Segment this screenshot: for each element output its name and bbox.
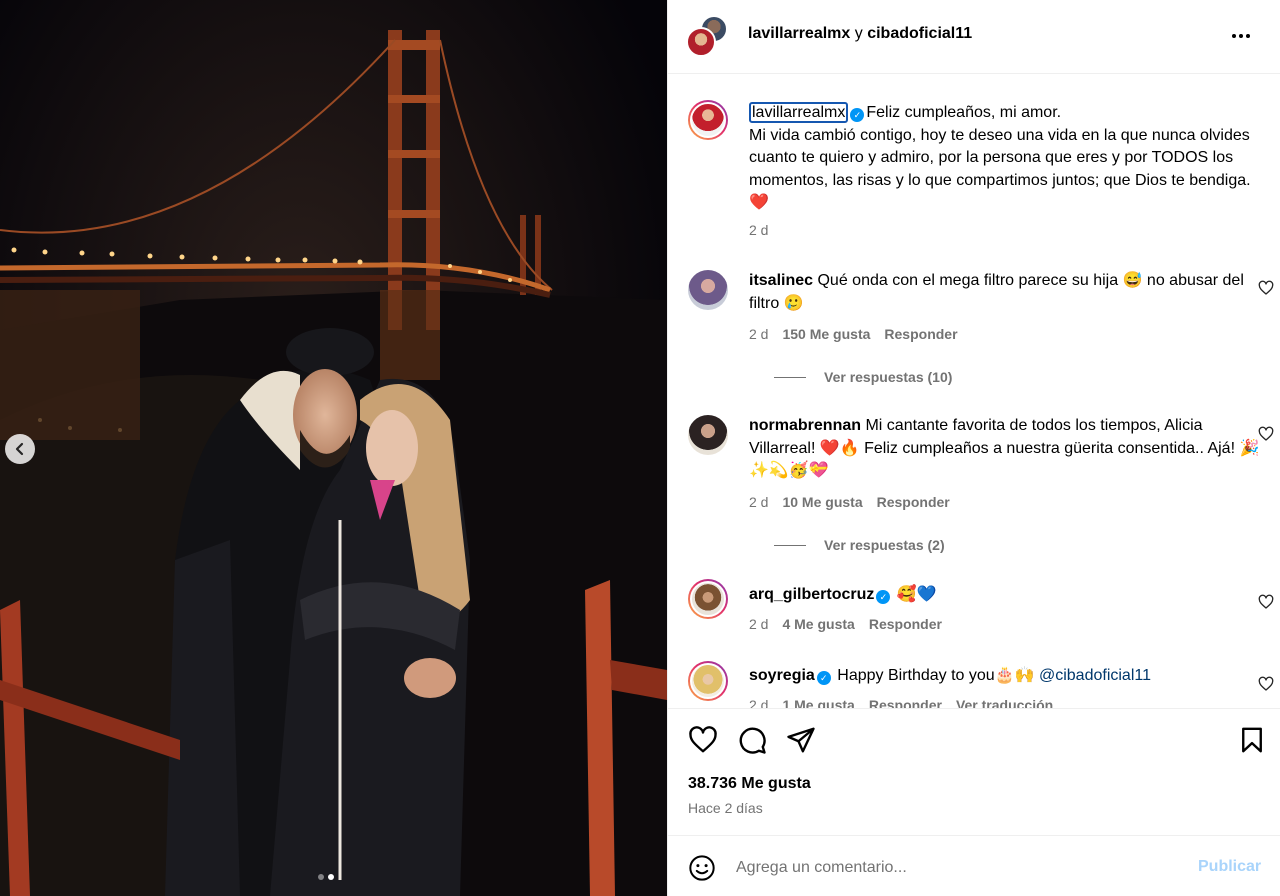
- action-bar: [668, 708, 1280, 766]
- heart-icon[interactable]: [1258, 594, 1274, 610]
- post-authors: lavillarrealmx y cibadoficial11: [748, 25, 972, 43]
- comment-time: 2 d: [749, 616, 769, 632]
- comment-meta: 2 d 4 Me gusta Responder: [749, 616, 942, 632]
- caption-username[interactable]: lavillarrealmx: [749, 102, 849, 123]
- comment-likes[interactable]: 1 Me gusta: [782, 697, 854, 708]
- comment-meta: 2 d 1 Me gusta Responder Ver traducción: [749, 697, 1053, 708]
- comment-likes[interactable]: 10 Me gusta: [782, 494, 862, 510]
- carousel-dot: [318, 874, 324, 880]
- reply-button[interactable]: Responder: [869, 697, 942, 708]
- photo-scene: [0, 0, 667, 896]
- caption-meta: 2 d: [749, 222, 768, 238]
- comment-text: arq_gilbertocruz ✓ 🥰💙: [749, 584, 1261, 607]
- comment-text: soyregia ✓ Happy Birthday to you🎂🙌 @cibad…: [749, 665, 1261, 688]
- collab-avatars[interactable]: [686, 15, 730, 59]
- heart-icon[interactable]: [1258, 676, 1274, 692]
- caption-text: lavillarrealmx ✓ Feliz cumpleaños, mi amor…: [749, 102, 1261, 215]
- comment-username[interactable]: normabrennan: [749, 417, 861, 434]
- comment-likes[interactable]: 4 Me gusta: [782, 616, 854, 632]
- comments-list[interactable]: lavillarrealmx ✓ Feliz cumpleaños, mi amor…: [668, 75, 1280, 708]
- comment-time: 2 d: [749, 326, 769, 342]
- post-time: Hace 2 días: [688, 800, 763, 816]
- emoji-icon[interactable]: [688, 854, 716, 882]
- carousel-prev-button[interactable]: [5, 434, 35, 464]
- like-count[interactable]: 38.736 Me gusta: [688, 775, 811, 793]
- post-side-panel: lavillarrealmx y cibadoficial11 lavillar…: [667, 0, 1280, 896]
- avatar: [686, 27, 716, 57]
- share-paper-plane-icon[interactable]: [786, 725, 816, 755]
- comment-time: 2 d: [749, 494, 769, 510]
- verified-badge-icon: ✓: [816, 671, 831, 685]
- comment-bubble-icon[interactable]: [737, 725, 767, 755]
- comment-username[interactable]: arq_gilbertocruz: [749, 586, 874, 603]
- post-modal: lavillarrealmx y cibadoficial11 lavillar…: [0, 0, 1280, 896]
- view-replies-label: Ver respuestas (2): [824, 537, 945, 553]
- post-photo[interactable]: [0, 0, 667, 896]
- comment-time: 2 d: [749, 697, 769, 708]
- more-options-icon[interactable]: [1228, 26, 1254, 46]
- avatar[interactable]: [688, 100, 728, 140]
- like-heart-icon[interactable]: [688, 725, 718, 755]
- reply-button[interactable]: Responder: [877, 494, 950, 510]
- comment-meta: 2 d 150 Me gusta Responder: [749, 326, 958, 342]
- heart-icon[interactable]: [1258, 426, 1274, 442]
- chevron-left-icon: [15, 442, 24, 456]
- reply-button[interactable]: Responder: [884, 326, 957, 342]
- comment-body: Happy Birthday to you🎂🙌: [837, 667, 1035, 684]
- avatar[interactable]: [688, 415, 728, 455]
- view-replies-button[interactable]: Ver respuestas (10): [774, 369, 952, 385]
- verified-badge-icon: ✓: [850, 108, 865, 122]
- translate-button[interactable]: Ver traducción: [956, 697, 1053, 708]
- view-replies-label: Ver respuestas (10): [824, 369, 953, 385]
- avatar[interactable]: [688, 579, 728, 619]
- comment-meta: 2 d 10 Me gusta Responder: [749, 494, 950, 510]
- heart-icon[interactable]: [1258, 280, 1274, 296]
- author-connector: y: [854, 25, 863, 42]
- comment-username[interactable]: soyregia: [749, 667, 815, 684]
- comment-mention[interactable]: @cibadoficial11: [1039, 667, 1151, 684]
- save-bookmark-icon[interactable]: [1237, 725, 1267, 755]
- post-header: lavillarrealmx y cibadoficial11: [668, 0, 1280, 74]
- carousel-dots: [318, 874, 334, 880]
- comment-body: Qué onda con el mega filtro parece su hi…: [749, 272, 1244, 312]
- verified-badge-icon: ✓: [876, 590, 891, 604]
- author-link[interactable]: lavillarrealmx: [748, 25, 850, 42]
- comment-likes[interactable]: 150 Me gusta: [782, 326, 870, 342]
- author-link[interactable]: cibadoficial11: [867, 25, 972, 42]
- comment-input[interactable]: [736, 855, 1176, 881]
- comment-bar: Publicar: [668, 835, 1280, 896]
- caption-body: Mi vida cambió contigo, hoy te deseo una…: [749, 126, 1251, 212]
- comment-username[interactable]: itsalinec: [749, 272, 813, 289]
- view-replies-button[interactable]: Ver respuestas (2): [774, 537, 945, 553]
- comment-text: itsalinec Qué onda con el mega filtro pa…: [749, 270, 1261, 315]
- comment-body: 🥰💙: [896, 586, 937, 603]
- avatar[interactable]: [688, 661, 728, 701]
- reply-button[interactable]: Responder: [869, 616, 942, 632]
- comment-text: normabrennan Mi cantante favorita de tod…: [749, 415, 1261, 483]
- publish-button[interactable]: Publicar: [1198, 858, 1261, 876]
- avatar[interactable]: [688, 270, 728, 310]
- caption-line1: Feliz cumpleaños, mi amor.: [866, 104, 1062, 121]
- carousel-dot-active: [328, 874, 334, 880]
- caption-time: 2 d: [749, 222, 769, 238]
